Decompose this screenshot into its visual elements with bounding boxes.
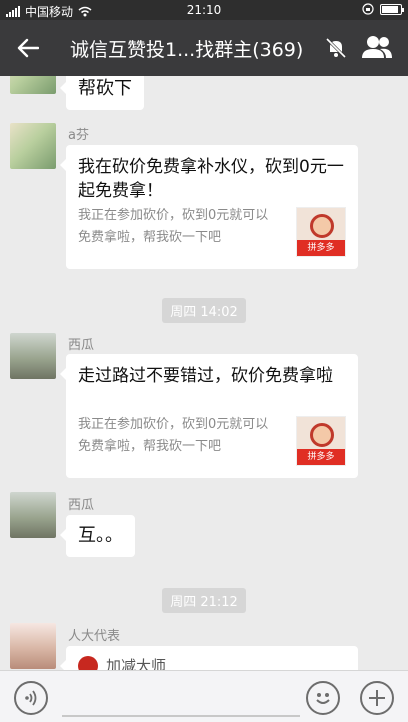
group-members-button[interactable] xyxy=(360,34,394,62)
avatar[interactable] xyxy=(10,76,56,94)
time-separator-label: 周四 21:12 xyxy=(162,588,246,613)
app-logo-icon xyxy=(78,656,98,670)
group-members-icon xyxy=(362,36,392,58)
emoji-button[interactable] xyxy=(306,681,340,715)
sender-name: a芬 xyxy=(68,128,89,143)
share-card[interactable]: 走过路过不要错过，砍价免费拿啦 我正在参加砍价，砍到0元就可以免费拿啦，帮我砍一… xyxy=(60,354,358,478)
input-bar xyxy=(0,670,408,722)
time-separator-label: 周四 14:02 xyxy=(162,298,246,323)
card-description: 我正在参加砍价，砍到0元就可以免费拿啦，帮我砍一下吧 xyxy=(78,417,269,454)
rotation-lock-icon xyxy=(362,3,374,15)
chat-messages[interactable]: 帮砍下 a芬 我在砍价免费拿补水仪，砍到0元一起免费拿！ 我正在参加砍价，砍到0… xyxy=(0,76,408,670)
thumbnail-face-icon xyxy=(310,214,334,238)
mute-bell-icon xyxy=(325,37,347,59)
sender-name: 西瓜 xyxy=(68,338,95,353)
chat-title: 诚信互赞投1...找群主(369) xyxy=(70,39,304,61)
battery-icon xyxy=(380,3,404,15)
thumbnail-face-icon xyxy=(310,423,334,447)
message-bubble[interactable]: 互。。 xyxy=(60,515,135,557)
back-button[interactable] xyxy=(14,34,42,62)
back-arrow-icon xyxy=(17,38,39,58)
card-app-label: 拼多多 xyxy=(297,449,345,465)
card-thumbnail: 拼多多 xyxy=(296,416,346,466)
share-card[interactable]: 我在砍价免费拿补水仪，砍到0元一起免费拿！ 我正在参加砍价，砍到0元就可以免费拿… xyxy=(60,145,358,269)
avatar[interactable] xyxy=(10,623,56,669)
card-title: 加减大师 xyxy=(106,657,167,670)
time-separator: 周四 21:12 xyxy=(0,588,408,613)
voice-button[interactable] xyxy=(14,681,48,715)
share-card[interactable]: 加减大师 xyxy=(60,646,358,670)
card-title: 走过路过不要错过，砍价免费拿啦 xyxy=(78,366,333,386)
time-separator: 周四 14:02 xyxy=(0,298,408,323)
avatar[interactable] xyxy=(10,123,56,169)
card-title: 我在砍价免费拿补水仪，砍到0元一起免费拿！ xyxy=(78,157,344,201)
card-app-label: 拼多多 xyxy=(297,240,345,256)
status-bar: 中国移动 21:10 xyxy=(0,0,408,20)
chat-header: 诚信互赞投1...找群主(369) xyxy=(0,20,408,76)
message-input[interactable] xyxy=(62,715,300,717)
card-thumbnail: 拼多多 xyxy=(296,207,346,257)
card-description: 我正在参加砍价，砍到0元就可以免费拿啦，帮我砍一下吧 xyxy=(78,208,269,245)
mute-button[interactable] xyxy=(324,36,348,60)
sender-name: 西瓜 xyxy=(68,498,95,513)
avatar[interactable] xyxy=(10,492,56,538)
status-right xyxy=(362,3,404,15)
plus-icon xyxy=(369,690,385,706)
avatar[interactable] xyxy=(10,333,56,379)
more-button[interactable] xyxy=(360,681,394,715)
status-time: 21:10 xyxy=(186,3,222,17)
voice-icon xyxy=(25,690,37,706)
sender-name: 人大代表 xyxy=(68,629,121,644)
emoji-icon xyxy=(316,693,330,704)
message-bubble[interactable]: 帮砍下 xyxy=(60,76,144,110)
